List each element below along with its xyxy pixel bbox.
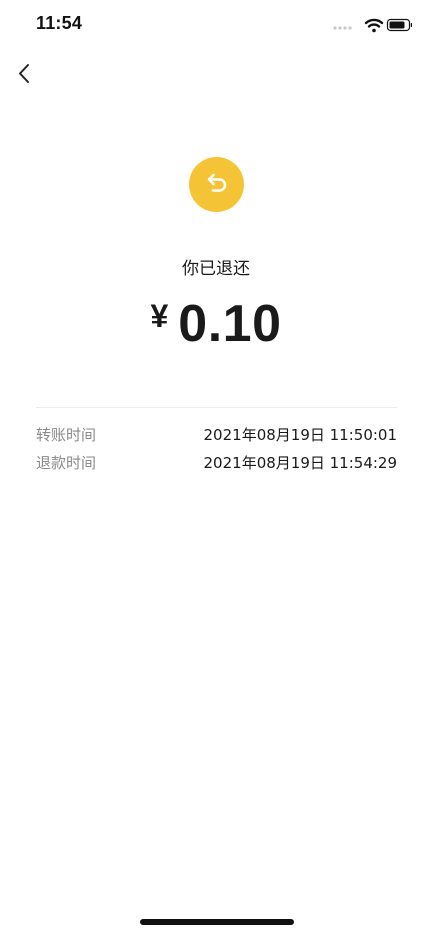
refund-status-text: 你已退还 <box>182 259 250 279</box>
status-bar: 11:54 <box>0 0 432 50</box>
back-button[interactable] <box>10 58 40 90</box>
status-time: 11:54 <box>36 13 83 33</box>
transfer-time-value: 2021年08月19日 11:50:01 <box>203 426 397 444</box>
home-indicator[interactable] <box>140 919 294 925</box>
wifi-icon <box>364 18 384 33</box>
divider <box>36 407 397 408</box>
transfer-time-label: 转账时间 <box>36 426 97 444</box>
amount-value: 0.10 <box>178 295 282 353</box>
transfer-time-row: 转账时间 2021年08月19日 11:50:01 <box>36 424 397 448</box>
refund-status-icon <box>189 157 244 212</box>
refund-amount: ¥0.10 <box>0 294 432 354</box>
chevron-left-icon <box>19 64 29 83</box>
refund-arrow-icon <box>207 173 227 192</box>
currency-symbol: ¥ <box>150 298 169 334</box>
signal-icon <box>333 26 352 30</box>
battery-icon <box>386 18 413 32</box>
refund-time-row: 退款时间 2021年08月19日 11:54:29 <box>36 452 397 476</box>
refund-time-value: 2021年08月19日 11:54:29 <box>203 454 397 472</box>
refund-time-label: 退款时间 <box>36 454 97 472</box>
status-icons <box>332 15 413 35</box>
